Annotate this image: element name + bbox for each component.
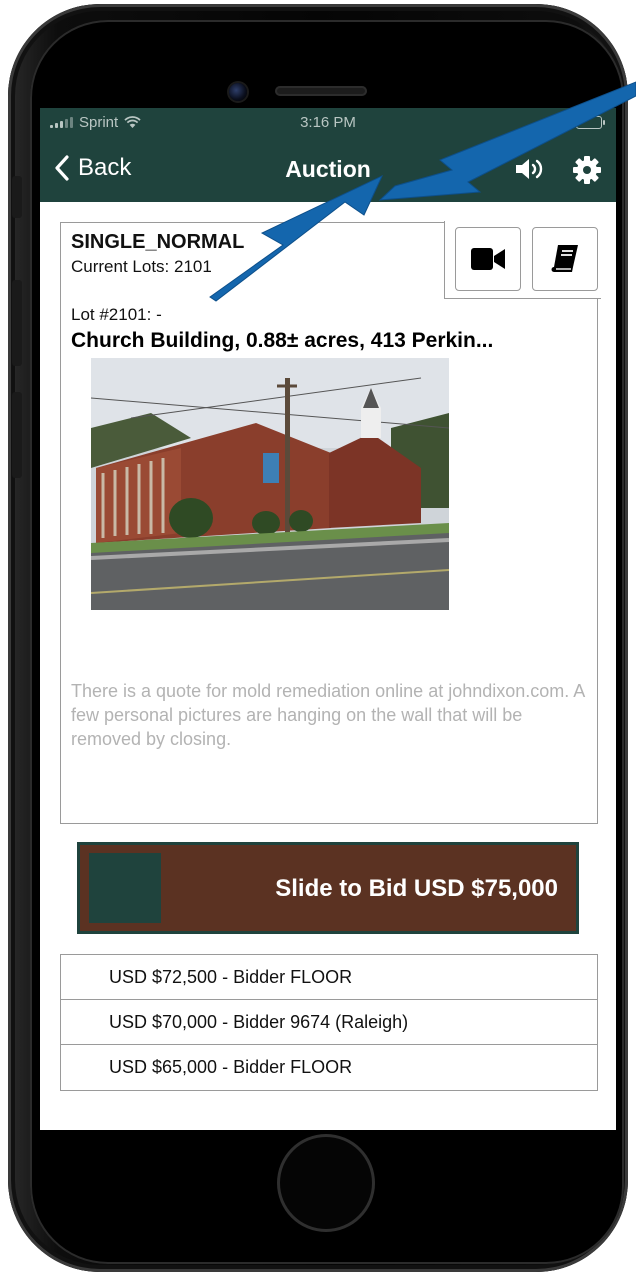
bid-history-row: USD $70,000 - Bidder 9674 (Raleigh) — [61, 1000, 597, 1045]
book-icon — [551, 245, 578, 272]
slide-to-bid[interactable]: Slide to Bid USD $75,000 — [77, 842, 579, 934]
slide-to-bid-label: Slide to Bid USD $75,000 — [275, 875, 558, 902]
media-buttons — [444, 221, 601, 299]
auction-name: SINGLE_NORMAL — [71, 231, 245, 253]
status-time: 3:16 PM — [300, 114, 356, 131]
earpiece-speaker — [275, 86, 367, 96]
lot-photo[interactable] — [91, 358, 449, 610]
status-bar: Sprint 3:16 PM — [40, 108, 616, 138]
home-button[interactable] — [280, 1137, 372, 1229]
lot-number: Lot #2101: - — [71, 305, 162, 324]
catalog-button[interactable] — [532, 227, 598, 291]
mute-switch — [12, 176, 22, 218]
battery-icon — [576, 116, 605, 129]
slider-handle[interactable] — [89, 853, 161, 923]
speaker-icon[interactable] — [514, 156, 548, 187]
gear-icon[interactable] — [572, 155, 602, 190]
volume-down-button — [12, 392, 22, 478]
front-camera — [229, 83, 247, 101]
volume-up-button — [12, 280, 22, 366]
app-screen: Sprint 3:16 PM Back Auction SINGLE_NORMA… — [40, 108, 616, 1130]
navigation-bar: Back Auction — [40, 138, 616, 202]
current-lots: Current Lots: 2101 — [71, 257, 212, 276]
lot-panel: SINGLE_NORMAL Current Lots: 2101 Lot #21… — [60, 221, 601, 824]
video-camera-icon — [471, 248, 505, 270]
bid-history-row: USD $65,000 - Bidder FLOOR — [109, 1057, 353, 1077]
bid-history-row: USD $72,500 - Bidder FLOOR — [61, 955, 597, 1000]
video-button[interactable] — [455, 227, 521, 291]
bid-history: USD $72,500 - Bidder FLOOR USD $70,000 -… — [60, 954, 598, 1091]
lot-description: There is a quote for mold remediation on… — [71, 681, 585, 749]
lot-title: Church Building, 0.88± acres, 413 Perkin… — [71, 329, 494, 352]
